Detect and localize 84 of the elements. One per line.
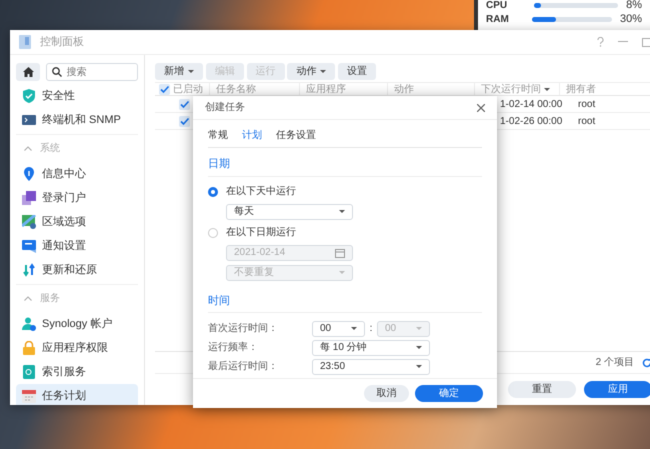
minimize-icon[interactable] xyxy=(618,41,628,43)
sidebar-item[interactable]: 信息中心 xyxy=(16,162,138,186)
field-label: 最后运行时间： xyxy=(208,360,279,374)
toolbar-button[interactable]: 设置 xyxy=(338,63,376,80)
usage-reading: 30% xyxy=(620,12,642,27)
search-icon xyxy=(52,67,62,77)
radio-button[interactable] xyxy=(208,186,218,196)
time-separator: : xyxy=(368,322,374,336)
home-icon xyxy=(22,67,34,77)
checkbox[interactable] xyxy=(159,84,170,94)
caret-icon xyxy=(416,327,422,330)
calendar-icon xyxy=(335,248,345,258)
notification-icon xyxy=(22,238,36,253)
field-label: 首次运行时间： xyxy=(208,322,279,336)
primary-button[interactable]: 应用 xyxy=(584,381,650,398)
dropdown[interactable]: 每 10 分钟 xyxy=(312,340,430,356)
caret-icon xyxy=(416,346,422,349)
chevron-up-icon[interactable] xyxy=(24,296,32,301)
calendar-icon xyxy=(22,388,36,403)
monitor-label: RAM xyxy=(486,12,510,26)
toolbar-button[interactable]: 新增 xyxy=(155,63,203,80)
field-label: 运行频率： xyxy=(208,340,259,355)
section-label: 服务 xyxy=(40,292,60,306)
dropdown[interactable]: 00 xyxy=(312,320,365,336)
dropdown: 不要重复 xyxy=(226,264,353,280)
sidebar-item[interactable]: 通知设置 xyxy=(16,234,138,258)
table-cell-text: root xyxy=(577,114,596,128)
dialog-tab[interactable]: 常规 xyxy=(208,126,228,147)
date-field: 2021-02-14 xyxy=(226,244,353,260)
portal-icon xyxy=(22,190,36,205)
toolbar-button[interactable]: 动作 xyxy=(287,63,336,80)
terminal-icon xyxy=(22,112,36,127)
lock-icon xyxy=(22,340,36,355)
refresh-icon[interactable] xyxy=(642,358,650,368)
secondary-button[interactable]: 取消 xyxy=(364,385,409,402)
primary-button[interactable]: 确定 xyxy=(415,385,483,402)
dialog-tab[interactable]: 任务设置 xyxy=(276,126,316,147)
monitor-label: CPU xyxy=(486,0,508,12)
item-count: 2 个项目 xyxy=(596,356,634,370)
search-field[interactable]: 搜索 xyxy=(46,63,138,81)
search-document-icon xyxy=(22,364,36,379)
checkbox[interactable] xyxy=(179,116,190,126)
sidebar-item[interactable]: Synology 帐户 xyxy=(16,312,138,336)
caret-icon xyxy=(351,327,357,330)
map-icon xyxy=(22,214,36,229)
sidebar-item[interactable]: 应用程序权限 xyxy=(16,336,138,360)
caret-icon xyxy=(339,271,345,274)
section-label: 系统 xyxy=(40,142,60,156)
info-icon xyxy=(22,166,36,181)
checkbox[interactable] xyxy=(179,98,190,110)
dialog-tab[interactable]: 计划 xyxy=(242,126,262,147)
caret-icon xyxy=(339,210,345,213)
dropdown[interactable]: 每天 xyxy=(226,204,353,220)
control-panel-icon xyxy=(18,34,32,50)
home-button[interactable] xyxy=(16,63,40,81)
sync-icon xyxy=(22,262,36,277)
sidebar-item[interactable]: 任务计划 xyxy=(16,384,138,405)
sidebar-item[interactable]: 安全性 xyxy=(16,84,138,108)
dialog-title: 创建任务 xyxy=(205,100,245,115)
maximize-icon[interactable] xyxy=(642,38,650,46)
sidebar-item[interactable]: 终端机和 SNMP xyxy=(16,108,138,132)
radio-label: 在以下天中运行 xyxy=(226,184,296,199)
sidebar-item[interactable]: 索引服务 xyxy=(16,360,138,384)
section-heading: 时间 xyxy=(208,284,482,313)
radio-label: 在以下日期运行 xyxy=(226,226,296,240)
dropdown: 00 xyxy=(377,320,430,336)
close-icon[interactable] xyxy=(477,104,485,112)
table-cell-text: 1-02-14 00:00 xyxy=(500,98,564,112)
user-icon xyxy=(22,316,36,331)
shield-icon xyxy=(22,88,36,103)
caret-icon xyxy=(416,365,422,368)
dropdown[interactable]: 23:50 xyxy=(312,358,430,374)
chevron-up-icon[interactable] xyxy=(24,146,32,151)
table-cell-text: 1-02-26 00:00 xyxy=(500,114,564,128)
section-heading: 日期 xyxy=(208,148,482,176)
sidebar-item[interactable]: 登录门户 xyxy=(16,186,138,210)
window-title: 控制面板 xyxy=(40,34,84,50)
table-cell-text: root xyxy=(577,98,596,112)
help-icon[interactable] xyxy=(597,37,604,47)
sidebar-item[interactable]: 更新和还原 xyxy=(16,258,138,282)
radio-button[interactable] xyxy=(208,228,218,238)
secondary-button[interactable]: 重置 xyxy=(508,381,576,398)
sidebar-item[interactable]: 区域选项 xyxy=(16,210,138,234)
usage-reading: 8% xyxy=(626,0,642,13)
